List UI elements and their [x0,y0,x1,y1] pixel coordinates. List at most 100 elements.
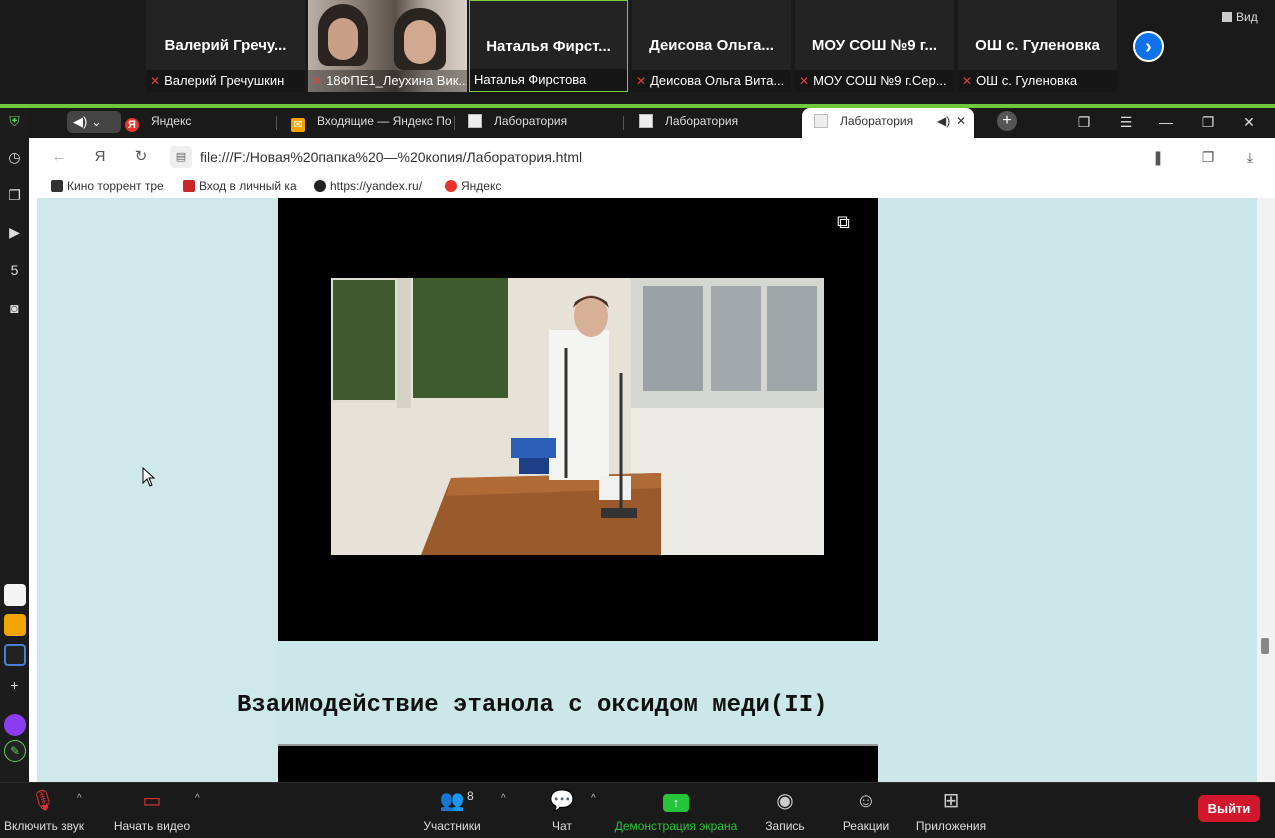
chevron-right-icon: › [1145,36,1152,58]
bookmark-label: Кино торрент тре [67,179,164,193]
tab-yandex[interactable]: Я Яндекс [117,108,277,138]
apps-button[interactable]: ⊞ Приложения [912,789,990,833]
history-icon[interactable]: ◷ [5,148,24,167]
speaker-icon: ◀) [73,114,88,129]
download-icon[interactable]: ⤓ [1240,147,1260,167]
share-screen-button[interactable]: ↑ Демонстрация экрана [612,789,740,833]
participant-tile[interactable]: Деисова Ольга... ✕ Деисова Ольга Вита... [632,0,791,92]
tabs-overview-icon[interactable]: ❐ [1075,114,1093,131]
participant-tile[interactable]: МОУ СОШ №9 г... ✕ МОУ СОШ №9 г.Сер... [795,0,954,92]
solitaire-app-icon[interactable] [4,584,26,606]
mic-muted-icon: ✕ [150,74,161,88]
participant-name: Валерий Гречу... [164,37,287,54]
bookmarks-bar: Кино торрент тре Вход в личный ка https:… [37,176,1275,198]
participant-tile-video[interactable]: ✕ 18ФПЕ1_Леухина Вик... [308,0,467,92]
participant-video-person [318,4,368,66]
minimize-icon[interactable]: — [1157,114,1175,130]
close-tab-icon[interactable]: ✕ [956,108,966,135]
chevron-down-icon: ⌄ [90,114,102,129]
unmute-button[interactable]: 🎙 Включить звук [4,789,85,833]
close-window-icon[interactable]: ✕ [1240,114,1258,131]
menu-icon[interactable]: ☰ [1117,114,1135,131]
view-button[interactable]: Вид [1222,10,1258,24]
grid-icon [1222,12,1232,22]
address-bar: ← Я ↻ ▤ file:///F:/Новая%20папка%20—%20к… [37,138,1275,176]
record-button[interactable]: ◉ Запись [762,789,808,833]
plus-icon[interactable]: + [5,676,24,695]
restore-icon[interactable]: ❐ [1199,114,1217,131]
video-icon[interactable]: ▶ [5,223,24,242]
section-heading: Взаимодействие этанола с оксидом меди(II… [237,692,828,719]
next-page-button[interactable]: › [1133,31,1164,62]
mail-app-icon[interactable] [4,614,26,636]
chevron-up-icon[interactable]: ^ [195,793,200,804]
participant-tile[interactable]: Валерий Гречу... ✕ Валерий Гречушкин [146,0,305,92]
smiley-icon: ☺ [855,790,877,812]
view-label: Вид [1236,10,1258,24]
bookmark-item[interactable]: Кино торрент тре [51,179,179,193]
video-player[interactable] [278,744,878,782]
speaker-icon[interactable]: ◀) [937,108,950,135]
page-5-icon[interactable]: 5 [5,261,24,280]
share-screen-icon: ↑ [612,789,740,813]
tab-mail[interactable]: ✉ Входящие — Яндекс По [285,108,455,138]
share-screen-label: Демонстрация экрана [614,819,738,833]
sound-toggle-button[interactable]: ◀) ⌄ [67,111,121,133]
scrollbar-thumb[interactable] [1261,638,1269,654]
bookmark-item[interactable]: https://yandex.ru/ [314,179,442,193]
participant-tile[interactable]: ОШ с. Гуленовка ✕ ОШ с. Гуленовка [958,0,1117,92]
participant-label-text: МОУ СОШ №9 г.Сер... [813,73,947,88]
unmute-label: Включить звук [4,819,85,833]
yandex-icon: Я [125,118,139,132]
reactions-button[interactable]: ☺ Реакции [840,789,892,833]
tab-laboratory-active[interactable]: Лаборатория ◀) ✕ [802,108,974,138]
tab-label: Яндекс [151,114,192,128]
bookmark-label: https://yandex.ru/ [330,179,423,193]
video-player[interactable]: ⧉ [278,198,878,641]
bookmark-item[interactable]: Яндекс [445,179,535,193]
bookmark-item[interactable]: Вход в личный ка [183,179,309,193]
collections-icon[interactable]: ❐ [1198,147,1218,167]
leave-button[interactable]: Выйти [1198,795,1260,822]
new-tab-button[interactable]: + [997,111,1017,131]
apps-label: Приложения [915,819,987,833]
alice-app-icon[interactable] [4,644,26,666]
tab-label: Лаборатория [494,114,568,128]
chevron-up-icon[interactable]: ^ [77,793,82,804]
chat-label: Чат [552,819,572,833]
mouse-cursor-icon [142,467,156,487]
shield-icon[interactable]: ⛨ [5,112,24,131]
yandex-home-icon[interactable]: Я [90,147,110,167]
start-video-button[interactable]: ▭ Начать видео [113,789,191,833]
back-icon[interactable]: ← [49,147,69,167]
mic-muted-icon: ✕ [799,74,810,88]
pen-icon[interactable]: ✎ [4,740,26,762]
participant-label-text: ОШ с. Гуленовка [976,73,1078,88]
chevron-up-icon[interactable]: ^ [591,793,596,804]
chevron-up-icon[interactable]: ^ [501,793,506,804]
participants-count: 8 [467,789,474,803]
bookmark-label: Вход в личный ка [199,179,297,193]
participant-tile-active[interactable]: Наталья Фирст... Наталья Фирстова [469,0,628,92]
bookmark-icon[interactable]: ❚ [1148,147,1168,167]
url-field[interactable]: file:///F:/Новая%20папка%20—%20копия/Лаб… [200,149,582,165]
collections-icon[interactable]: ❐ [5,186,24,205]
chat-button[interactable]: 💬 Чат [545,789,579,833]
tab-laboratory[interactable]: Лаборатория [462,108,624,138]
page-icon [814,114,828,128]
video-off-icon: ▭ [142,790,162,812]
participant-name: МОУ СОШ №9 г... [811,37,938,54]
tab-laboratory[interactable]: Лаборатория [633,108,795,138]
video-frame[interactable] [331,278,824,555]
assistant-icon[interactable] [4,714,26,736]
video-still-image [331,278,824,555]
file-icon[interactable]: ▤ [170,146,192,168]
reload-icon[interactable]: ↻ [131,147,151,167]
participants-button[interactable]: 👥 Участники [420,789,484,833]
record-icon: ◉ [776,790,794,812]
microphone-muted-icon: 🎙 [30,790,56,812]
participant-label: Наталья Фирстова [470,69,627,91]
page-scrollbar[interactable] [1257,198,1275,782]
external-link-icon[interactable]: ⧉ [837,212,857,232]
camera-icon[interactable]: ◙ [5,299,24,318]
